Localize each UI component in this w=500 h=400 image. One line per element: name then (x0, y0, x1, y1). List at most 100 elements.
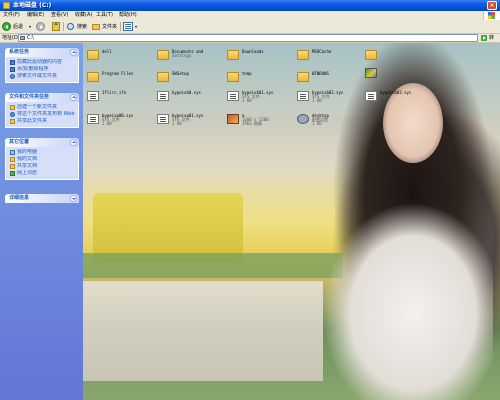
search-button[interactable]: 搜索 (77, 24, 87, 30)
file-tasks-title: 文件和文件夹任务 (9, 94, 50, 100)
toolbar-separator (63, 22, 64, 31)
menu-tools[interactable]: 工具(T) (96, 12, 113, 19)
shared-documents-icon (10, 164, 15, 169)
views-dropdown[interactable]: ▾ (135, 24, 137, 29)
background-board (83, 281, 323, 381)
file-item[interactable]: MSOCache (295, 49, 361, 71)
back-dropdown[interactable]: ▾ (29, 24, 31, 29)
details-header[interactable]: 详细信息 (5, 194, 79, 203)
other-places-header[interactable]: 其它位置 (5, 138, 79, 147)
address-value: C:\ (27, 35, 34, 41)
back-button[interactable]: 后退 (13, 24, 23, 30)
task-hide-drive-contents[interactable]: 隐藏此驱动器的内容 (10, 59, 78, 66)
file-item[interactable]: 1flirc.ifo (85, 90, 151, 112)
place-network[interactable]: 网上邻居 (10, 170, 78, 177)
task-add-remove-programs[interactable]: 添加/删除程序 (10, 66, 78, 73)
background-shirt (323, 203, 493, 400)
file-name: Program Files (102, 71, 134, 76)
folder-icon (297, 50, 309, 60)
task-label: 共享此文件夹 (17, 118, 48, 124)
menu-view[interactable]: 查看(V) (51, 12, 68, 19)
task-label: 隐藏此驱动器的内容 (17, 59, 63, 65)
file-size: 1 KB (242, 98, 252, 103)
go-arrow-icon (481, 35, 487, 41)
hide-icon (10, 60, 15, 65)
file-item[interactable]: bypeixp01.sys SYS 文件 1 KB (155, 113, 221, 135)
up-folder-icon[interactable] (52, 22, 60, 31)
file-type: JPEG 图像 (242, 121, 263, 126)
place-label: 共享文档 (17, 163, 38, 169)
file-item[interactable]: dell (85, 49, 151, 71)
file-item[interactable]: bypeixb01.sys SYS 文件 1 KB (225, 90, 291, 112)
file-tasks-panel: 文件和文件夹任务 创建一个新文件夹 将这个文件夹发布到 Web 共享此文件夹 (5, 93, 79, 128)
menu-favorites[interactable]: 收藏(A) (75, 12, 92, 19)
file-item[interactable]: desktop 配置设置 1 KB (295, 113, 361, 135)
file-name: bypeixb03.sys (380, 90, 412, 95)
folder-icon (297, 72, 309, 82)
menu-help[interactable]: 帮助(H) (119, 12, 137, 19)
collapse-icon[interactable] (70, 94, 77, 101)
collapse-icon[interactable] (70, 49, 77, 56)
folders-icon[interactable] (92, 24, 100, 30)
document-icon (157, 114, 169, 124)
other-places-body: 我的电脑 我的文档 共享文档 网上邻居 (5, 147, 79, 180)
task-share-folder[interactable]: 共享此文件夹 (10, 118, 78, 125)
folder-icon (157, 50, 169, 60)
other-places-title: 其它位置 (9, 139, 30, 145)
drive-icon (20, 36, 25, 40)
file-name: MSOCache (312, 49, 332, 54)
file-size: 1 KB (172, 121, 182, 126)
file-item[interactable]: a 1600 x 1200 JPEG 图像 (225, 113, 291, 135)
document-icon (87, 91, 99, 101)
back-arrow-icon[interactable] (2, 22, 11, 31)
task-label: 创建一个新文件夹 (17, 104, 58, 110)
image-icon (227, 114, 239, 124)
folder-icon (365, 50, 377, 60)
file-name: dell (102, 49, 112, 54)
file-item[interactable] (363, 67, 429, 89)
task-search-files[interactable]: 搜索文件或文件夹 (10, 73, 78, 80)
window-title: 本地磁盘 (C:) (13, 2, 52, 9)
file-list-area[interactable]: dell Documents and Settings Downloads MS… (83, 43, 500, 400)
address-input[interactable]: C:\ (18, 34, 478, 42)
close-button[interactable]: × (487, 1, 497, 10)
search-icon[interactable] (67, 23, 74, 30)
menu-file[interactable]: 文件(F) (3, 12, 20, 19)
background-band (83, 253, 343, 278)
expand-icon[interactable] (70, 195, 77, 202)
views-icon[interactable] (123, 22, 133, 31)
file-item[interactable]: bypeixb02.sys SYS 文件 1 KB (295, 90, 361, 112)
file-item[interactable]: Downloads (225, 49, 291, 71)
place-my-computer[interactable]: 我的电脑 (10, 149, 78, 156)
file-tasks-header[interactable]: 文件和文件夹任务 (5, 93, 79, 102)
folder-icon (227, 50, 239, 60)
details-panel: 详细信息 (5, 194, 79, 203)
new-folder-icon (10, 105, 15, 110)
menu-edit[interactable]: 编辑(E) (27, 12, 44, 19)
file-item[interactable]: bypeixp00.sys SYS 文件 1 KB (85, 113, 151, 135)
file-item[interactable]: Documents and Settings (155, 49, 221, 71)
task-label: 将这个文件夹发布到 Web (17, 111, 75, 117)
file-size: 1 KB (312, 98, 322, 103)
place-label: 网上邻居 (17, 170, 38, 176)
forward-arrow-icon[interactable] (36, 22, 45, 31)
file-name-line2: Settings (172, 53, 192, 58)
place-shared-documents[interactable]: 共享文档 (10, 163, 78, 170)
task-publish-web[interactable]: 将这个文件夹发布到 Web (10, 111, 78, 118)
file-tasks-body: 创建一个新文件夹 将这个文件夹发布到 Web 共享此文件夹 (5, 102, 79, 128)
folder-icon (157, 72, 169, 82)
file-name: 1flirc.ifo (102, 90, 127, 95)
folders-button[interactable]: 文件夹 (102, 24, 117, 30)
system-tasks-header[interactable]: 系统任务 (5, 48, 79, 57)
place-my-documents[interactable]: 我的文档 (10, 156, 78, 163)
file-item[interactable]: bypeixb0.sys (155, 90, 221, 112)
toolbar-separator (120, 22, 121, 31)
document-icon (157, 91, 169, 101)
collapse-icon[interactable] (70, 139, 77, 146)
file-item[interactable]: bypeixb03.sys (363, 90, 429, 112)
system-tasks-title: 系统任务 (9, 49, 30, 55)
file-name: WINDOWS (312, 71, 329, 76)
go-button[interactable]: 转到 (481, 34, 497, 49)
my-computer-icon (10, 150, 15, 155)
task-new-folder[interactable]: 创建一个新文件夹 (10, 104, 78, 111)
